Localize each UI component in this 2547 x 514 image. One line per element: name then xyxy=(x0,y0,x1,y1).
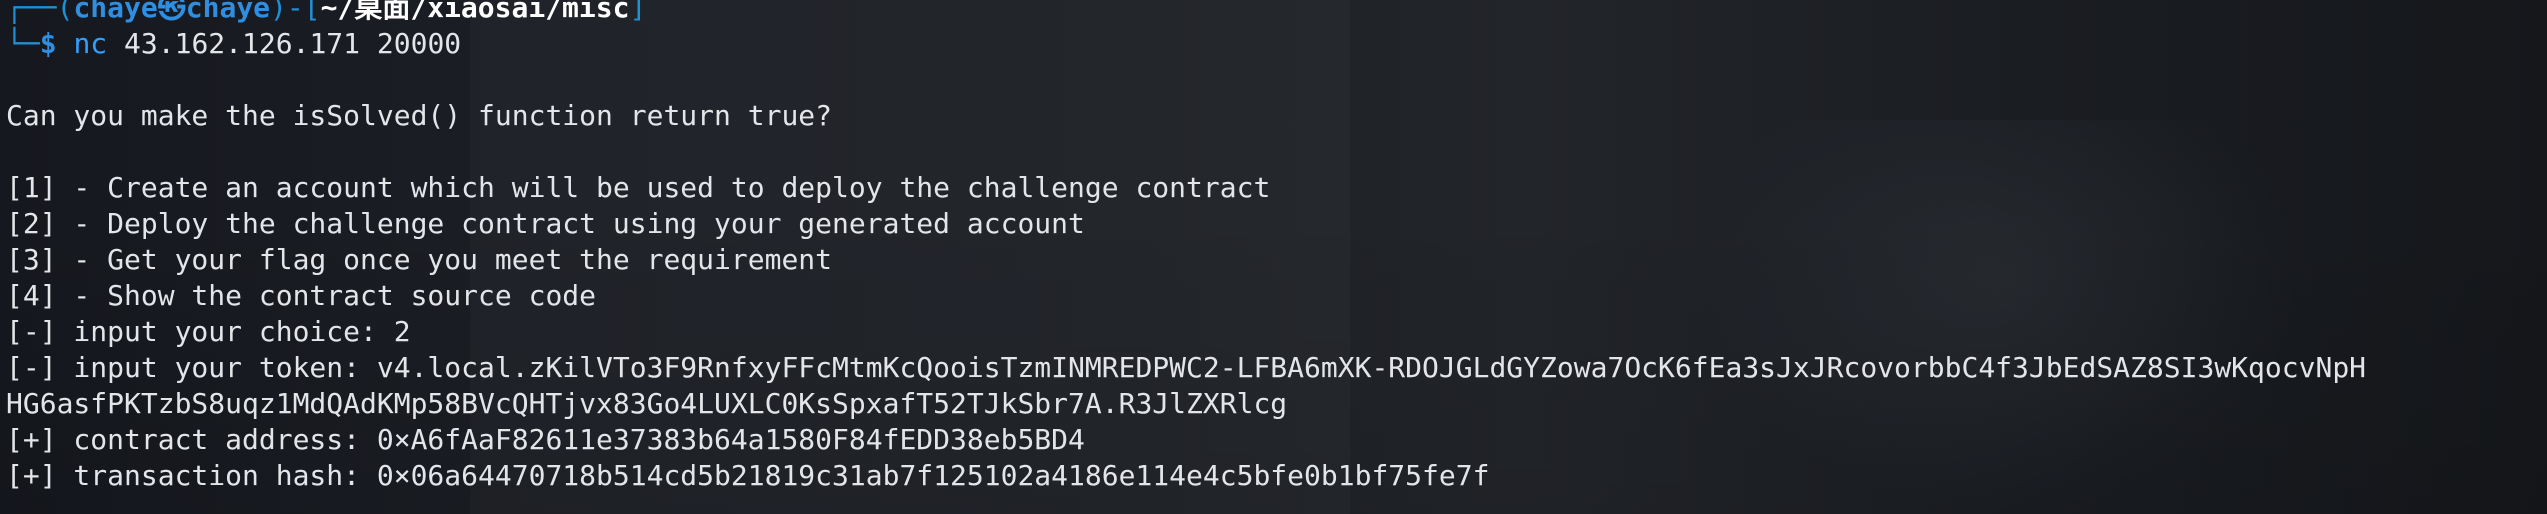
choice-line: [-] input your choice: 2 xyxy=(6,315,411,348)
prompt-line-top: ┌──(chaye㉿chaye)-[~/桌面/xiaosai/misc] xyxy=(6,0,2546,26)
prompt-bracket-mid: )-[ xyxy=(270,0,321,24)
prompt-corner-top: ┌──( xyxy=(6,0,74,24)
prompt-bracket-end: ] xyxy=(629,0,647,24)
prompt-dollar: $ xyxy=(39,27,57,60)
menu-item-1: [1] - Create an account which will be us… xyxy=(6,171,1271,204)
token-line-2: HG6asfPKTzbS8uqz1MdQAdKMp58BVcQHTjvx83Go… xyxy=(6,387,1288,420)
command-args: 43.162.126.171 20000 xyxy=(107,27,462,60)
command-name: nc xyxy=(73,27,108,60)
prompt-corner-bottom: └─ xyxy=(6,27,40,60)
prompt-host: chaye xyxy=(185,0,271,24)
prompt-user: chaye xyxy=(73,0,158,24)
token-line-1: [-] input your token: v4.local.zKilVTo3F… xyxy=(6,351,2367,384)
skull-icon: ㉿ xyxy=(157,0,186,24)
menu-item-4: [4] - Show the contract source code xyxy=(6,279,597,312)
menu-item-3: [3] - Get your flag once you meet the re… xyxy=(6,243,833,276)
transaction-hash-line: [+] transaction hash: 0×06a64470718b514c… xyxy=(6,459,1490,492)
prompt-line-command: └─$ nc 43.162.126.171 20000 xyxy=(6,26,2546,62)
question-line: Can you make the isSolved() function ret… xyxy=(6,99,833,132)
terminal-output[interactable]: ┌──(chaye㉿chaye)-[~/桌面/xiaosai/misc] └─$… xyxy=(6,0,2546,494)
contract-address-line: [+] contract address: 0×A6fAaF82611e3738… xyxy=(6,423,1085,456)
menu-item-2: [2] - Deploy the challenge contract usin… xyxy=(6,207,1085,240)
prompt-path: ~/桌面/xiaosai/misc xyxy=(320,0,630,24)
terminal-window[interactable]: ┌──(chaye㉿chaye)-[~/桌面/xiaosai/misc] └─$… xyxy=(0,0,2547,514)
